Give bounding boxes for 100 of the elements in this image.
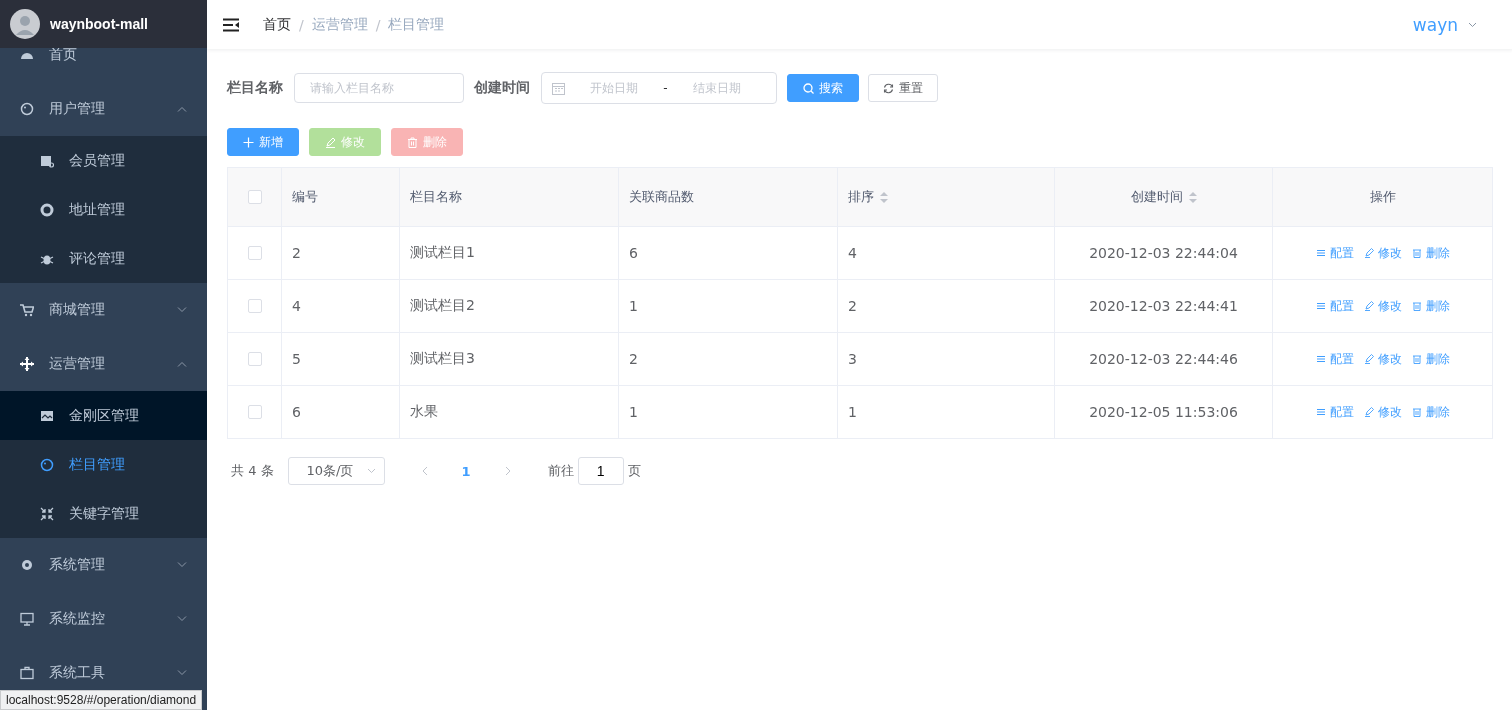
row-checkbox[interactable]: [247, 352, 262, 366]
chevron-icon[interactable]: [177, 106, 187, 112]
field-label: 栏目名称: [227, 79, 283, 97]
page-input-field[interactable]: 1: [577, 457, 624, 485]
trash-icon: [1411, 407, 1422, 417]
ring-icon: [40, 202, 54, 217]
table-cell: 2020-12-03 22:44:04: [1089, 245, 1238, 261]
row-checkbox[interactable]: [247, 299, 262, 313]
delete-link[interactable]: 删除: [1411, 297, 1450, 315]
config-link[interactable]: 配置: [1315, 350, 1354, 368]
case-icon: [20, 666, 34, 680]
list-icon: [1315, 354, 1326, 364]
pencil-icon: [1363, 248, 1374, 258]
pencil-icon: [325, 136, 336, 148]
search-button[interactable]: 搜索: [787, 74, 859, 102]
column-header: 关联商品数: [629, 188, 694, 206]
list-icon: [1315, 248, 1326, 258]
select-all-checkbox[interactable]: [247, 190, 262, 204]
menu-icon[interactable]: [222, 17, 240, 32]
chevron-icon[interactable]: [177, 616, 187, 622]
total-count: 共 4 条: [231, 462, 274, 480]
goto-label: 前往: [547, 462, 574, 480]
page-size-select[interactable]: 10条/页: [287, 457, 385, 485]
sort-icon[interactable]: [880, 191, 888, 203]
field-label: 创建时间: [474, 79, 530, 97]
table-cell: 测试栏目3: [410, 350, 475, 368]
submenu-item[interactable]: 金刚区管理: [0, 391, 207, 440]
status-url: localhost:9528/#/operation/diamond: [0, 690, 203, 710]
config-link[interactable]: 配置: [1315, 244, 1354, 262]
breadcrumb-item: 运营管理: [311, 15, 368, 34]
page-number[interactable]: 1: [461, 463, 471, 479]
delete-link[interactable]: 删除: [1411, 403, 1450, 421]
trash-icon: [407, 136, 418, 148]
breadcrumb-item[interactable]: 首页: [263, 15, 291, 34]
menu-item[interactable]: 用户管理: [49, 100, 105, 118]
trash-icon: [1411, 354, 1422, 364]
trash-icon: [1411, 248, 1422, 258]
name-input-field[interactable]: 请输入栏目名称: [294, 73, 464, 103]
table-cell: 6: [292, 404, 301, 420]
config-link[interactable]: 配置: [1315, 403, 1354, 421]
submenu-item[interactable]: 关键字管理: [0, 489, 207, 538]
menu-item[interactable]: 首页: [49, 48, 77, 64]
pencil-icon: [1363, 407, 1374, 417]
card-icon: [40, 153, 54, 168]
add-button[interactable]: 新增: [227, 128, 299, 156]
edit-link[interactable]: 修改: [1363, 350, 1402, 368]
previous-page-icon[interactable]: [420, 466, 428, 476]
menu-item[interactable]: 系统监控: [49, 610, 105, 628]
delete-link[interactable]: 删除: [1411, 244, 1450, 262]
table-cell: 6: [629, 245, 638, 261]
table-cell: 1: [629, 298, 638, 314]
submenu-item[interactable]: 地址管理: [0, 185, 207, 234]
table-cell: 2020-12-03 22:44:46: [1089, 351, 1238, 367]
edit-link[interactable]: 修改: [1363, 244, 1402, 262]
chevron-icon[interactable]: [177, 307, 187, 313]
delete-link[interactable]: 删除: [1411, 350, 1450, 368]
row-checkbox[interactable]: [247, 405, 262, 419]
submenu-item[interactable]: 栏目管理: [0, 440, 207, 489]
chevron-icon[interactable]: [177, 361, 187, 367]
table-cell: 1: [629, 404, 638, 420]
chevron-icon: [366, 468, 376, 474]
pencil-icon: [1363, 354, 1374, 364]
reset-button[interactable]: 重置: [868, 74, 938, 102]
edit-link[interactable]: 修改: [1363, 403, 1402, 421]
page-suffix: 页: [627, 462, 641, 480]
plus-icon: [243, 136, 254, 148]
caret-icon[interactable]: [1468, 21, 1477, 28]
table-cell: 3: [848, 351, 857, 367]
search-icon: [803, 82, 814, 94]
table-cell: 5: [292, 351, 301, 367]
date-range-field[interactable]: 开始日期 - 结束日期: [541, 72, 777, 104]
table-cell: 2: [848, 298, 857, 314]
submenu-item[interactable]: 评论管理: [0, 234, 207, 283]
table-cell: 1: [848, 404, 857, 420]
sort-icon[interactable]: [1188, 191, 1197, 203]
next-page-icon[interactable]: [504, 466, 512, 476]
config-link[interactable]: 配置: [1315, 297, 1354, 315]
chevron-icon[interactable]: [177, 670, 187, 676]
row-checkbox[interactable]: [247, 246, 262, 260]
user-name[interactable]: wayn: [1412, 14, 1458, 35]
column-header: 栏目名称: [410, 188, 462, 206]
submenu-item[interactable]: 会员管理: [0, 136, 207, 185]
table-cell: 测试栏目2: [410, 297, 475, 315]
shrink-icon: [40, 506, 54, 521]
trash-icon: [1411, 301, 1422, 311]
chevron-icon[interactable]: [177, 562, 187, 568]
table-cell: 2: [292, 245, 301, 261]
column-header: 操作: [1369, 188, 1396, 206]
app-title: waynboot-mall: [50, 16, 148, 32]
menu-item[interactable]: 商城管理: [49, 301, 105, 319]
picture-icon: [40, 408, 54, 423]
table-cell: 2020-12-05 11:53:06: [1089, 404, 1238, 420]
menu-item[interactable]: 运营管理: [49, 355, 105, 373]
table-cell: 测试栏目1: [410, 244, 475, 262]
refresh-icon: [883, 82, 894, 94]
breadcrumb-item: 栏目管理: [388, 15, 445, 34]
move-icon: [20, 357, 34, 371]
menu-item[interactable]: 系统工具: [49, 664, 105, 682]
menu-item[interactable]: 系统管理: [49, 556, 105, 574]
edit-link[interactable]: 修改: [1363, 297, 1402, 315]
